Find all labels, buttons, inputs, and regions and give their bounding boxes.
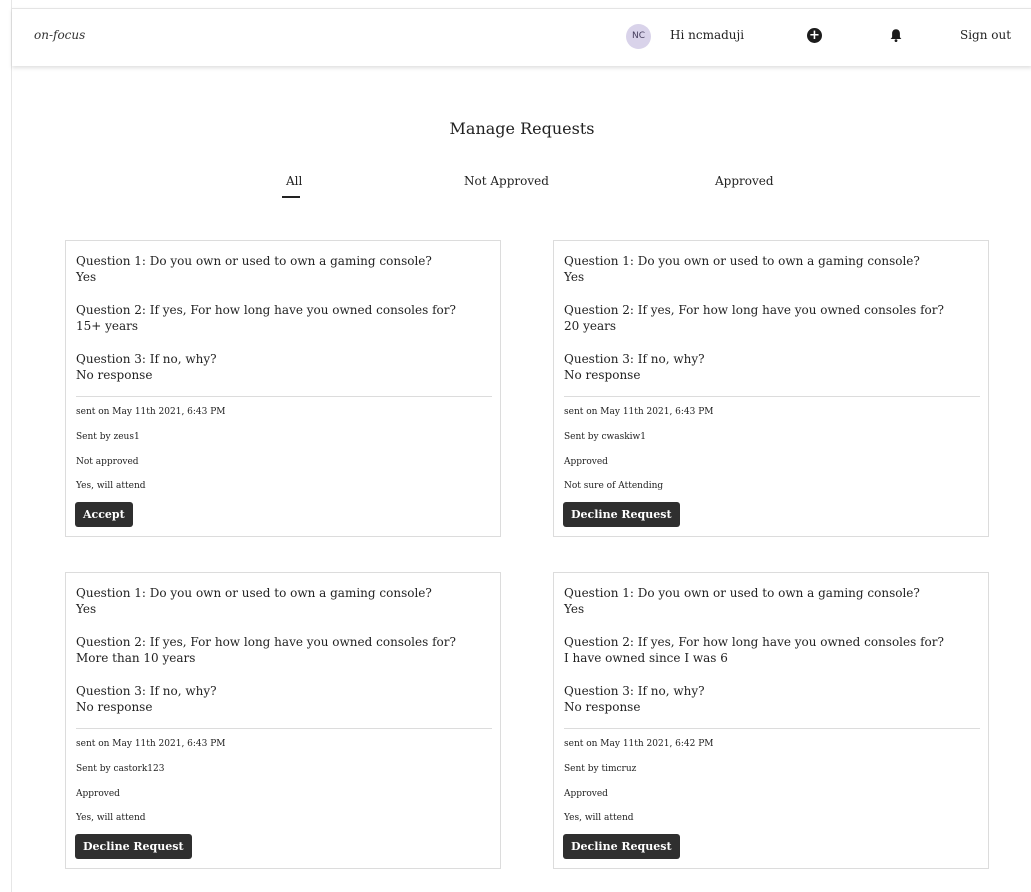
question-2-text: Question 2: If yes, For how long have yo… bbox=[564, 303, 944, 317]
question-3: Question 3: If no, why? No response bbox=[76, 683, 217, 715]
question-3: Question 3: If no, why? No response bbox=[76, 351, 217, 383]
card-divider bbox=[76, 396, 492, 397]
sent-date: sent on May 11th 2021, 6:42 PM bbox=[564, 739, 714, 749]
answer-2: More than 10 years bbox=[76, 651, 196, 665]
question-1: Question 1: Do you own or used to own a … bbox=[76, 253, 432, 285]
question-1: Question 1: Do you own or used to own a … bbox=[76, 585, 432, 617]
answer-3: No response bbox=[76, 700, 153, 714]
attendance-status: Yes, will attend bbox=[76, 813, 146, 823]
sender: Sent by cwaskiw1 bbox=[564, 432, 646, 442]
tab-approved[interactable]: Approved bbox=[715, 174, 774, 188]
question-2-text: Question 2: If yes, For how long have yo… bbox=[564, 635, 944, 649]
answer-3: No response bbox=[564, 368, 641, 382]
bell-icon-graphic bbox=[890, 29, 902, 42]
sender: Sent by castork123 bbox=[76, 764, 165, 774]
question-3-text: Question 3: If no, why? bbox=[76, 352, 217, 366]
decline-request-button[interactable]: Decline Request bbox=[75, 834, 192, 859]
question-2: Question 2: If yes, For how long have yo… bbox=[76, 302, 456, 334]
sign-out-link[interactable]: Sign out bbox=[960, 28, 1011, 42]
sender: Sent by timcruz bbox=[564, 764, 637, 774]
answer-2: 20 years bbox=[564, 319, 617, 333]
request-card: Question 1: Do you own or used to own a … bbox=[553, 240, 989, 537]
sender: Sent by zeus1 bbox=[76, 432, 140, 442]
avatar[interactable]: NC bbox=[626, 24, 651, 49]
request-card: Question 1: Do you own or used to own a … bbox=[65, 572, 501, 869]
answer-3: No response bbox=[76, 368, 153, 382]
answer-1: Yes bbox=[564, 270, 585, 284]
approval-status: Approved bbox=[564, 457, 608, 467]
attendance-status: Yes, will attend bbox=[564, 813, 634, 823]
approval-status: Approved bbox=[76, 789, 120, 799]
card-divider bbox=[76, 728, 492, 729]
decline-request-button[interactable]: Decline Request bbox=[563, 834, 680, 859]
tab-all[interactable]: All bbox=[286, 174, 302, 188]
question-1-text: Question 1: Do you own or used to own a … bbox=[564, 254, 920, 268]
question-3-text: Question 3: If no, why? bbox=[564, 684, 705, 698]
card-divider bbox=[564, 728, 980, 729]
app-shell: on-focus NC Hi ncmaduji + Sign out Manag… bbox=[11, 0, 1031, 892]
question-3: Question 3: If no, why? No response bbox=[564, 351, 705, 383]
question-1-text: Question 1: Do you own or used to own a … bbox=[76, 254, 432, 268]
approval-status: Not approved bbox=[76, 457, 139, 467]
tab-not-approved[interactable]: Not Approved bbox=[464, 174, 549, 188]
top-navbar: on-focus NC Hi ncmaduji + Sign out bbox=[12, 8, 1031, 66]
user-greeting: Hi ncmaduji bbox=[670, 28, 745, 42]
question-2: Question 2: If yes, For how long have yo… bbox=[76, 634, 456, 666]
request-card: Question 1: Do you own or used to own a … bbox=[65, 240, 501, 537]
question-2: Question 2: If yes, For how long have yo… bbox=[564, 302, 944, 334]
answer-3: No response bbox=[564, 700, 641, 714]
answer-2: 15+ years bbox=[76, 319, 139, 333]
sent-date: sent on May 11th 2021, 6:43 PM bbox=[564, 407, 714, 417]
sent-date: sent on May 11th 2021, 6:43 PM bbox=[76, 739, 226, 749]
question-3-text: Question 3: If no, why? bbox=[564, 352, 705, 366]
app-logo[interactable]: on-focus bbox=[34, 28, 85, 42]
question-2-text: Question 2: If yes, For how long have yo… bbox=[76, 635, 456, 649]
sent-date: sent on May 11th 2021, 6:43 PM bbox=[76, 407, 226, 417]
accept-button[interactable]: Accept bbox=[75, 502, 133, 527]
page-title: Manage Requests bbox=[449, 119, 595, 138]
bell-icon[interactable] bbox=[889, 28, 903, 43]
answer-1: Yes bbox=[76, 270, 97, 284]
question-1: Question 1: Do you own or used to own a … bbox=[564, 253, 920, 285]
attendance-status: Yes, will attend bbox=[76, 481, 146, 491]
question-1-text: Question 1: Do you own or used to own a … bbox=[564, 586, 920, 600]
question-1: Question 1: Do you own or used to own a … bbox=[564, 585, 920, 617]
question-1-text: Question 1: Do you own or used to own a … bbox=[76, 586, 432, 600]
answer-1: Yes bbox=[564, 602, 585, 616]
question-3: Question 3: If no, why? No response bbox=[564, 683, 705, 715]
answer-1: Yes bbox=[76, 602, 97, 616]
active-tab-indicator bbox=[282, 196, 300, 198]
question-2-text: Question 2: If yes, For how long have yo… bbox=[76, 303, 456, 317]
answer-2: I have owned since I was 6 bbox=[564, 651, 728, 665]
request-card: Question 1: Do you own or used to own a … bbox=[553, 572, 989, 869]
plus-circle-icon[interactable]: + bbox=[807, 28, 822, 43]
question-2: Question 2: If yes, For how long have yo… bbox=[564, 634, 944, 666]
question-3-text: Question 3: If no, why? bbox=[76, 684, 217, 698]
decline-request-button[interactable]: Decline Request bbox=[563, 502, 680, 527]
card-divider bbox=[564, 396, 980, 397]
attendance-status: Not sure of Attending bbox=[564, 481, 664, 491]
approval-status: Approved bbox=[564, 789, 608, 799]
